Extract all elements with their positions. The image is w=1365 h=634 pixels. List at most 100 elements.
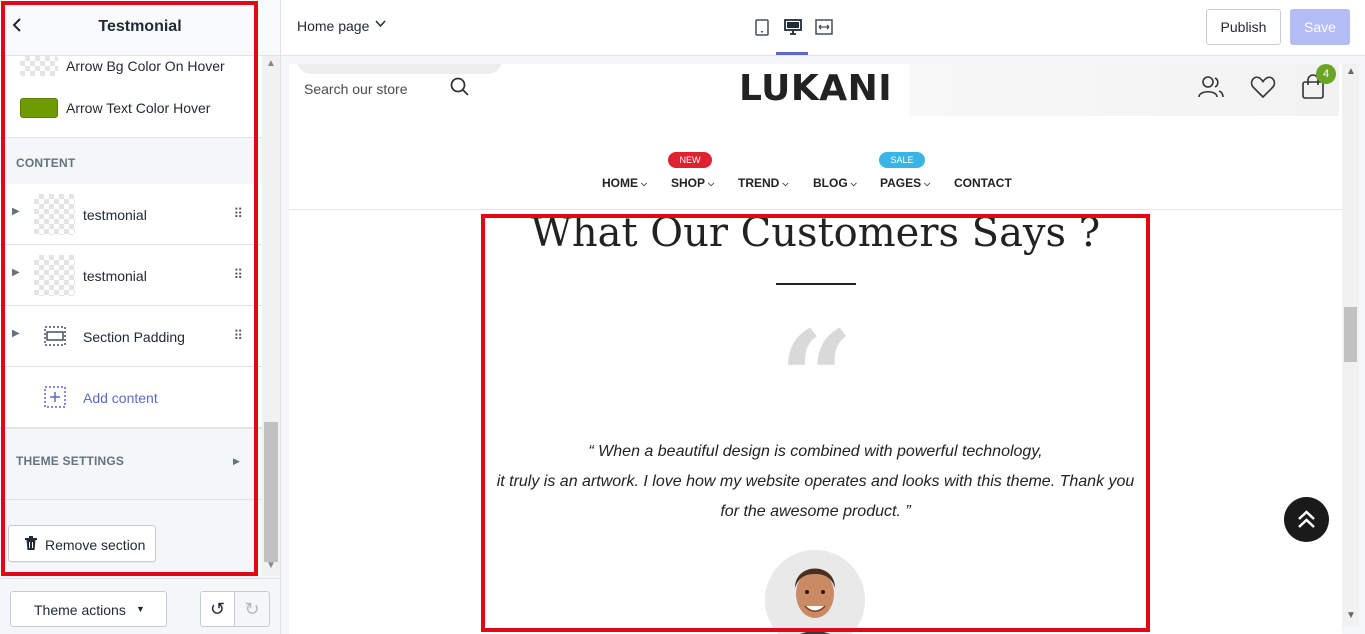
nav-item-trend[interactable]: TREND ⌵: [738, 176, 788, 190]
scrollbar-thumb[interactable]: [264, 422, 278, 562]
back-to-top-button[interactable]: [1284, 497, 1329, 542]
theme-settings-heading: THEME SETTINGS: [16, 454, 125, 468]
expand-caret-icon[interactable]: ▶: [12, 328, 20, 339]
testimonial-quote-line: “ When a beautiful design is combined wi…: [588, 443, 1043, 460]
block-label: Section Padding: [83, 329, 185, 345]
color-setting-arrow-bg-hover[interactable]: Arrow Bg Color On Hover: [0, 56, 262, 96]
fullwidth-icon: [815, 19, 833, 35]
sidebar-header: Testmonial: [0, 0, 280, 56]
active-device-indicator: [776, 52, 808, 55]
nav-label: HOME: [602, 176, 638, 190]
search-icon[interactable]: [450, 77, 470, 102]
color-swatch-green[interactable]: [20, 98, 58, 118]
trash-icon: [25, 536, 37, 553]
fullwidth-view-button[interactable]: [809, 14, 839, 42]
theme-settings-header[interactable]: THEME SETTINGS ▶: [0, 428, 262, 500]
cart-count-badge: 4: [1316, 64, 1336, 84]
theme-actions-button[interactable]: Theme actions ▼: [10, 591, 167, 627]
scroll-up-arrow-icon[interactable]: ▲: [1346, 66, 1356, 77]
color-setting-arrow-text-hover[interactable]: Arrow Text Color Hover: [0, 96, 262, 136]
section-padding-icon: [44, 326, 66, 351]
quote-mark-icon: “: [779, 302, 854, 455]
theme-actions-label: Theme actions: [34, 602, 126, 618]
remove-section-button[interactable]: Remove section: [8, 525, 156, 562]
sidebar-settings-panel: Arrow Bg Color On Hover Arrow Text Color…: [0, 56, 262, 576]
nav-label: CONTACT: [954, 176, 1012, 190]
content-heading: CONTENT: [16, 156, 76, 170]
nav-badge-sale: SALE: [879, 152, 925, 168]
section-title: Testmonial: [98, 18, 182, 35]
drag-handle-icon[interactable]: ⠿: [233, 206, 242, 222]
sidebar-footer: Theme actions ▼ ↺ ↻: [0, 578, 280, 634]
nav-label: BLOG: [813, 176, 848, 190]
drag-handle-icon[interactable]: ⠿: [233, 328, 242, 344]
content-group-header: CONTENT: [0, 137, 262, 185]
add-content-row[interactable]: Add content: [0, 367, 262, 428]
account-icon[interactable]: [1198, 75, 1224, 104]
desktop-icon: [784, 19, 802, 35]
undo-button[interactable]: ↺: [200, 591, 235, 627]
redo-icon: ↻: [244, 599, 260, 619]
block-row-testmonial-2[interactable]: ▶ testmonial ⠿: [0, 245, 262, 306]
heading-underline: [776, 283, 856, 285]
theme-editor-sidebar: Testmonial Arrow Bg Color On Hover Arrow…: [0, 0, 281, 634]
expand-caret-icon[interactable]: ▶: [12, 267, 20, 278]
preview-scrollbar[interactable]: ▲ ▼: [1342, 64, 1359, 626]
chevron-down-icon: ⌵: [782, 179, 789, 188]
block-row-testmonial-1[interactable]: ▶ testmonial ⠿: [0, 184, 262, 245]
mobile-icon: [755, 19, 769, 36]
color-swatch-transparent[interactable]: [20, 56, 58, 76]
nav-item-blog[interactable]: BLOG ⌵: [813, 176, 857, 190]
color-setting-label: Arrow Text Color Hover: [66, 100, 211, 116]
preview-area: Search our store LUKANI 4 NEW SALE HOME ⌵…: [281, 56, 1365, 634]
undo-icon: ↺: [209, 599, 226, 619]
double-chevron-up-icon: [1298, 510, 1315, 528]
testimonial-quote-line: it truly is an artwork. I love how my we…: [496, 473, 1135, 490]
drag-handle-icon[interactable]: ⠿: [233, 267, 242, 283]
store-logo[interactable]: LUKANI: [739, 68, 892, 109]
customer-avatar: [765, 550, 865, 634]
nav-item-home[interactable]: HOME ⌵: [602, 176, 647, 190]
block-row-section-padding[interactable]: ▶ Section Padding ⠿: [0, 306, 262, 367]
search-pill-decoration: [297, 64, 502, 74]
scrollbar-thumb[interactable]: [1344, 307, 1357, 362]
redo-button[interactable]: ↻: [234, 591, 270, 627]
scroll-down-arrow-icon[interactable]: ▼: [266, 560, 276, 571]
mobile-view-button[interactable]: [747, 14, 777, 42]
publish-button[interactable]: Publish: [1206, 9, 1281, 45]
add-block-icon: [44, 386, 66, 413]
heart-icon[interactable]: [1250, 75, 1276, 104]
nav-badge-new: NEW: [668, 152, 712, 168]
storefront-preview: Search our store LUKANI 4 NEW SALE HOME ⌵…: [289, 64, 1342, 634]
nav-item-pages[interactable]: PAGES ⌵: [880, 176, 930, 190]
desktop-view-button[interactable]: [778, 14, 808, 42]
image-thumbnail: [34, 255, 75, 296]
expand-caret-icon[interactable]: ▶: [12, 206, 20, 217]
nav-label: PAGES: [880, 176, 922, 190]
caret-down-icon: ▼: [136, 604, 145, 614]
save-button[interactable]: Save: [1290, 9, 1350, 45]
store-search-input[interactable]: Search our store: [304, 81, 408, 97]
testimonial-quote-line: for the awesome product. ”: [720, 503, 911, 520]
chevron-down-icon: ⌵: [924, 179, 931, 188]
color-setting-label: Arrow Bg Color On Hover: [66, 58, 225, 74]
chevron-right-icon: ▶: [233, 456, 240, 466]
nav-label: TREND: [738, 176, 780, 190]
scroll-down-arrow-icon[interactable]: ▼: [1346, 610, 1356, 621]
nav-label: SHOP: [671, 176, 706, 190]
sidebar-scrollbar[interactable]: ▲ ▼: [262, 56, 280, 576]
page-selector[interactable]: Home page: [297, 18, 369, 34]
chevron-down-icon: ⌵: [850, 179, 857, 188]
chevron-down-icon: ⌵: [708, 179, 715, 188]
block-label: testmonial: [83, 207, 147, 223]
scroll-up-arrow-icon[interactable]: ▲: [266, 58, 276, 69]
chevron-down-icon: ⌵: [641, 179, 648, 188]
nav-item-shop[interactable]: SHOP ⌵: [671, 176, 714, 190]
testimonial-heading: What Our Customers Says ?: [530, 210, 1101, 256]
chevron-down-icon[interactable]: [375, 19, 386, 31]
nav-item-contact[interactable]: CONTACT: [954, 176, 1012, 190]
remove-section-label: Remove section: [45, 537, 146, 553]
add-content-link[interactable]: Add content: [83, 390, 158, 406]
image-thumbnail: [34, 194, 75, 235]
block-label: testmonial: [83, 268, 147, 284]
